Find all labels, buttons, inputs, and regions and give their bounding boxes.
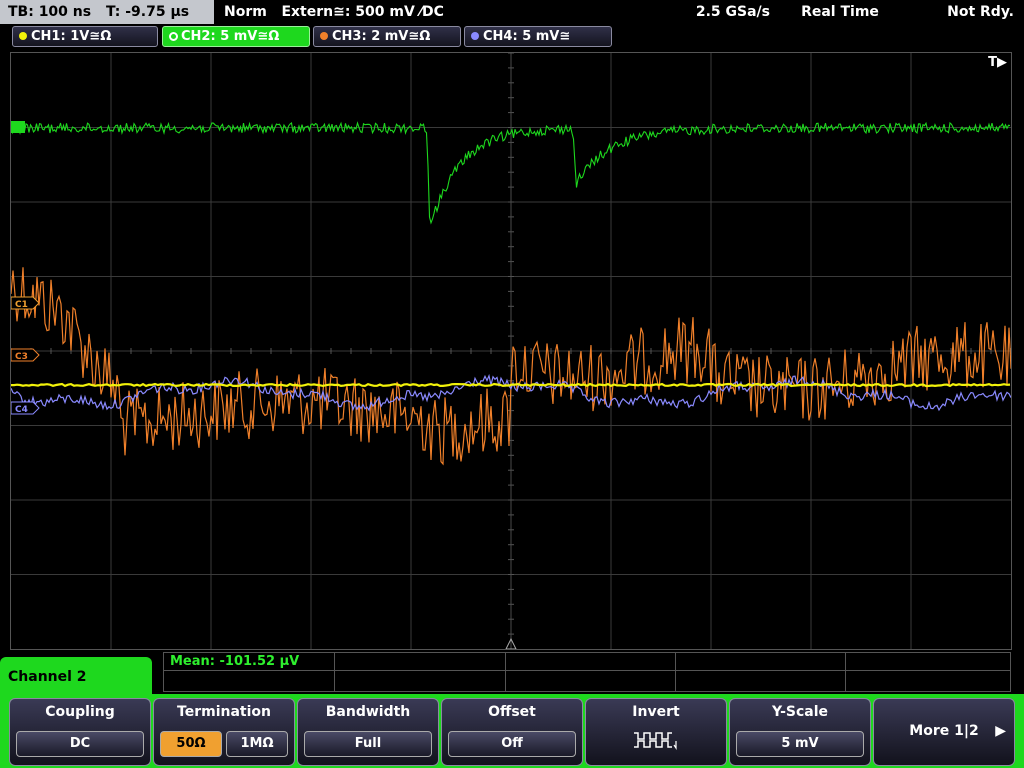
ch3-color-icon [320, 32, 328, 40]
measurement-row: Mean: -101.52 µV [164, 653, 1010, 671]
c2-marker-shape [11, 121, 25, 133]
termination-50ohm-option[interactable]: 50Ω [160, 731, 222, 757]
coupling-title: Coupling [45, 704, 115, 720]
measurement-panel[interactable]: Mean: -101.52 µV [163, 652, 1011, 692]
ch3-label: CH3: 2 mV≅Ω [332, 29, 431, 44]
c1-marker-label: C1 [15, 300, 28, 310]
c3-marker-label: C3 [15, 352, 28, 362]
ch1-label: CH1: 1V≅Ω [31, 29, 112, 44]
termination-softkey[interactable]: Termination 50Ω 1MΩ [153, 698, 295, 766]
mean-measurement: Mean: -101.52 µV [170, 654, 300, 669]
ch2-label: CH2: 5 mV≅Ω [181, 29, 280, 44]
ch2-color-icon [169, 32, 178, 41]
offset-softkey[interactable]: Offset Off [441, 698, 583, 766]
waveform-canvas: C1 C3 C4 [11, 53, 1011, 649]
offset-title: Offset [488, 704, 536, 720]
trigger-position-marker[interactable]: T▶ [988, 55, 1007, 70]
next-page-icon: ▶ [995, 723, 1006, 739]
termination-title: Termination [177, 704, 271, 720]
trigger-source: Extern≅: 500 mV ⁄DC [281, 4, 444, 20]
termination-1mohm-option[interactable]: 1MΩ [226, 731, 288, 757]
timebase-readout[interactable]: TB: 100 ns T: -9.75 µs [0, 0, 214, 24]
bandwidth-title: Bandwidth [325, 704, 411, 720]
coupling-value[interactable]: DC [16, 731, 144, 757]
yscale-title: Y-Scale [771, 704, 828, 720]
trigger-mode: Norm [224, 4, 267, 20]
run-state: Not Rdy. [947, 4, 1014, 20]
ch4-color-icon [471, 32, 479, 40]
yscale-softkey[interactable]: Y-Scale 5 mV [729, 698, 871, 766]
trigger-readout[interactable]: Norm Extern≅: 500 mV ⁄DC [218, 0, 458, 24]
tab-ch4[interactable]: CH4: 5 mV≅ [464, 26, 612, 47]
invert-waveform-icon [634, 732, 677, 750]
tab-ch2[interactable]: CH2: 5 mV≅Ω [162, 26, 310, 47]
channel-menu-title: Channel 2 [8, 669, 87, 685]
tab-ch3[interactable]: CH3: 2 mV≅Ω [313, 26, 461, 47]
timebase-value: TB: 100 ns [8, 4, 92, 20]
channel-menu-tab[interactable]: Channel 2 [0, 657, 152, 697]
yscale-value[interactable]: 5 mV [736, 731, 864, 757]
ch4-label: CH4: 5 mV≅ [483, 29, 571, 44]
bandwidth-value[interactable]: Full [304, 731, 432, 757]
waveform-display[interactable]: C1 C3 C4 T▶ [10, 52, 1012, 650]
c4-marker-label: C4 [15, 405, 28, 415]
more-softkey[interactable]: More 1|2 ▶ [873, 698, 1015, 766]
channel-tabs: CH1: 1V≅Ω CH2: 5 mV≅Ω CH3: 2 mV≅Ω CH4: 5… [0, 26, 1024, 48]
invert-title: Invert [632, 704, 680, 720]
invert-softkey[interactable]: Invert [585, 698, 727, 766]
coupling-softkey[interactable]: Coupling DC [9, 698, 151, 766]
status-bar: TB: 100 ns T: -9.75 µs Norm Extern≅: 500… [0, 0, 1024, 24]
trigger-time-value: T: -9.75 µs [105, 4, 190, 20]
offset-value[interactable]: Off [448, 731, 576, 757]
bandwidth-softkey[interactable]: Bandwidth Full [297, 698, 439, 766]
acquisition-mode[interactable]: Real Time [785, 0, 895, 24]
ch1-color-icon [19, 32, 27, 40]
more-label: More 1|2 [909, 723, 979, 739]
sample-rate[interactable]: 2.5 GSa/s [660, 0, 770, 24]
tab-ch1[interactable]: CH1: 1V≅Ω [12, 26, 158, 47]
